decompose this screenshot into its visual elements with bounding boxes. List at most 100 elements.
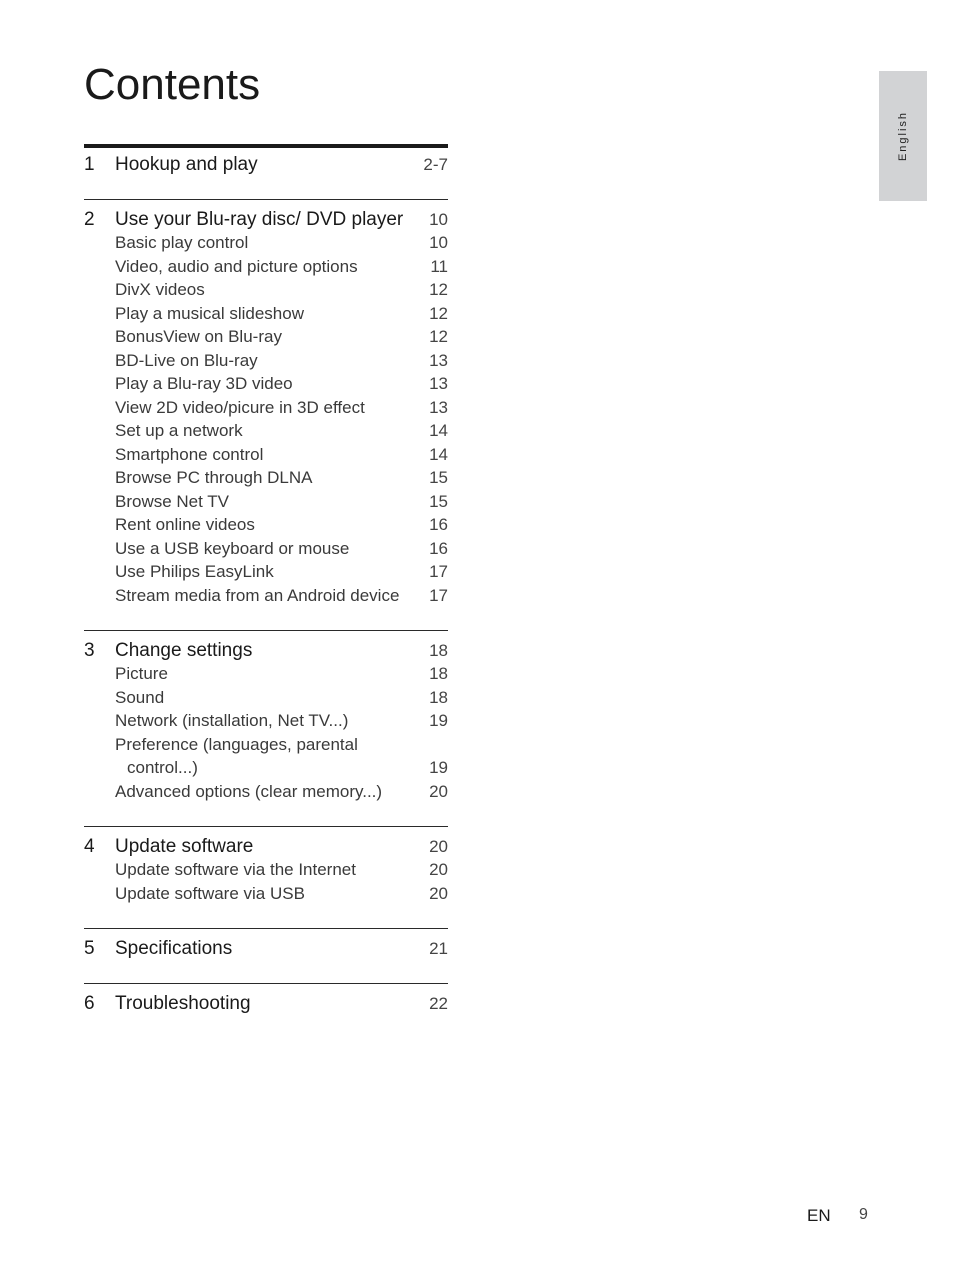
toc-subsection-entry[interactable]: Play a musical slideshow 12	[84, 304, 448, 328]
toc-chapter-entry[interactable]: 2 Use your Blu-ray disc/ DVD player 10	[84, 209, 448, 233]
chapter-number: 2	[84, 209, 95, 230]
chapter-number: 4	[84, 836, 95, 857]
subsection-page: 14	[429, 444, 448, 464]
subsection-title: Use a USB keyboard or mouse	[115, 538, 350, 558]
table-of-contents: 1 Hookup and play 2-7 2 Use your Blu-ray dis…	[84, 144, 448, 1038]
chapter-title: Change settings	[115, 640, 253, 661]
subsection-page: 20	[429, 883, 448, 903]
toc-subsection-entry[interactable]: Update software via the Internet 20	[84, 860, 448, 884]
subsection-page: 16	[429, 515, 448, 534]
toc-subsection-entry[interactable]: Basic play control 10	[84, 233, 448, 257]
chapter-page: 2-7	[423, 155, 448, 174]
chapter-number: 3	[84, 640, 95, 661]
subsection-title: Picture	[115, 664, 168, 683]
chapter-number: 6	[84, 993, 95, 1014]
toc-subsection-entry[interactable]: Network (installation, Net TV...) 19	[84, 711, 448, 735]
toc-subsection-entry[interactable]: Rent online videos 16	[84, 515, 448, 539]
toc-subsection-entry[interactable]: Play a Blu-ray 3D video 13	[84, 374, 448, 398]
toc-subsection-entry[interactable]: Picture 18	[84, 664, 448, 688]
toc-subsection-entry[interactable]: Video, audio and picture options 11	[84, 257, 448, 281]
toc-section: 6 Troubleshooting 22	[84, 983, 448, 1038]
toc-chapter-entry[interactable]: 1 Hookup and play 2-7	[84, 154, 448, 178]
subsection-title: Browse Net TV	[115, 491, 230, 511]
subsection-page: 19	[429, 711, 448, 730]
subsection-title: Advanced options (clear memory...)	[115, 781, 383, 801]
toc-subsection-entry[interactable]: Stream media from an Android device 17	[84, 586, 448, 610]
toc-subsection-entry[interactable]: BonusView on Blu-ray 12	[84, 327, 448, 351]
chapter-page: 20	[429, 837, 448, 856]
chapter-title: Use your Blu-ray disc/ DVD player	[115, 209, 404, 230]
subsection-title: Basic play control	[115, 233, 249, 252]
subsection-page: 20	[429, 781, 448, 801]
subsection-title: Use Philips EasyLink	[115, 562, 274, 581]
subsection-page: 13	[429, 374, 448, 393]
toc-subsection-entry[interactable]: control...) 19	[84, 758, 448, 782]
subsection-page: 18	[429, 687, 448, 707]
subsection-title: Play a Blu-ray 3D video	[115, 374, 293, 393]
toc-subsection-entry[interactable]: Use a USB keyboard or mouse 16	[84, 539, 448, 563]
toc-subsection-entry[interactable]: Advanced options (clear memory...) 20	[84, 782, 448, 806]
subsection-page: 17	[429, 562, 448, 581]
subsection-page: 12	[429, 327, 448, 346]
subsection-page: 20	[429, 860, 448, 879]
chapter-page: 21	[429, 939, 448, 958]
toc-subsection-entry[interactable]: DivX videos 12	[84, 280, 448, 304]
subsection-title: BonusView on Blu-ray	[115, 327, 282, 346]
toc-section: 4 Update software 20 Update software via th…	[84, 826, 448, 928]
chapter-title: Specifications	[115, 938, 233, 959]
subsection-title: Browse PC through DLNA	[115, 468, 313, 487]
toc-chapter-entry[interactable]: 5 Specifications 21	[84, 938, 448, 962]
toc-subsection-entry[interactable]: Set up a network 14	[84, 421, 448, 445]
toc-subsection-entry[interactable]: Use Philips EasyLink 17	[84, 562, 448, 586]
subsection-title: DivX videos	[115, 280, 205, 299]
subsection-page: 19	[429, 758, 448, 777]
chapter-title: Troubleshooting	[115, 993, 251, 1014]
toc-subsection-entry[interactable]: Browse Net TV 15	[84, 492, 448, 516]
toc-subsection-entry[interactable]: View 2D video/picure in 3D effect 13	[84, 398, 448, 422]
toc-subsection-entry[interactable]: Browse PC through DLNA 15	[84, 468, 448, 492]
toc-subsection-entry[interactable]: Smartphone control 14	[84, 445, 448, 469]
chapter-title: Hookup and play	[115, 154, 258, 175]
subsection-title: Smartphone control	[115, 444, 264, 464]
subsection-title: Update software via USB	[115, 883, 305, 903]
subsection-title: Play a musical slideshow	[115, 303, 304, 323]
toc-subsection-entry[interactable]: Update software via USB 20	[84, 884, 448, 908]
subsection-page: 16	[429, 538, 448, 558]
subsection-title: Update software via the Internet	[115, 860, 356, 879]
toc-chapter-entry[interactable]: 4 Update software 20	[84, 836, 448, 860]
chapter-page: 10	[429, 210, 448, 229]
footer-language: EN	[807, 1206, 831, 1225]
subsection-title: View 2D video/picure in 3D effect	[115, 397, 365, 417]
subsection-title: Set up a network	[115, 421, 243, 440]
chapter-number: 5	[84, 938, 95, 959]
subsection-page: 17	[429, 585, 448, 605]
subsection-title: control...)	[127, 758, 198, 777]
toc-chapter-entry[interactable]: 6 Troubleshooting 22	[84, 993, 448, 1017]
subsection-page: 13	[429, 350, 448, 370]
toc-subsection-entry[interactable]: BD-Live on Blu-ray 13	[84, 351, 448, 375]
subsection-page: 13	[429, 397, 448, 417]
chapter-title: Update software	[115, 836, 254, 857]
subsection-page: 10	[429, 233, 448, 252]
toc-section: 2 Use your Blu-ray disc/ DVD player 10 Basi…	[84, 199, 448, 630]
subsection-page: 15	[429, 491, 448, 511]
subsection-page: 12	[429, 280, 448, 299]
language-tab: English	[879, 71, 927, 201]
toc-chapter-entry[interactable]: 3 Change settings 18	[84, 640, 448, 664]
toc-subsection-entry[interactable]: Sound 18	[84, 688, 448, 712]
subsection-title: Preference (languages, parental	[115, 734, 358, 754]
subsection-page: 15	[429, 468, 448, 487]
toc-section: 1 Hookup and play 2-7	[84, 144, 448, 199]
chapter-page: 18	[429, 641, 448, 660]
subsection-title: BD-Live on Blu-ray	[115, 350, 258, 370]
toc-subsection-entry[interactable]: Preference (languages, parental	[84, 735, 448, 759]
language-tab-label: English	[897, 110, 909, 162]
subsection-title: Rent online videos	[115, 515, 255, 534]
subsection-title: Video, audio and picture options	[115, 256, 358, 276]
toc-section: 3 Change settings 18 Picture 18 Sound 18 Networ…	[84, 630, 448, 826]
footer-page-number: 9	[859, 1206, 868, 1223]
subsection-page: 11	[430, 256, 448, 276]
subsection-title: Network (installation, Net TV...)	[115, 711, 349, 730]
subsection-title: Stream media from an Android device	[115, 585, 400, 605]
subsection-page: 18	[429, 664, 448, 683]
